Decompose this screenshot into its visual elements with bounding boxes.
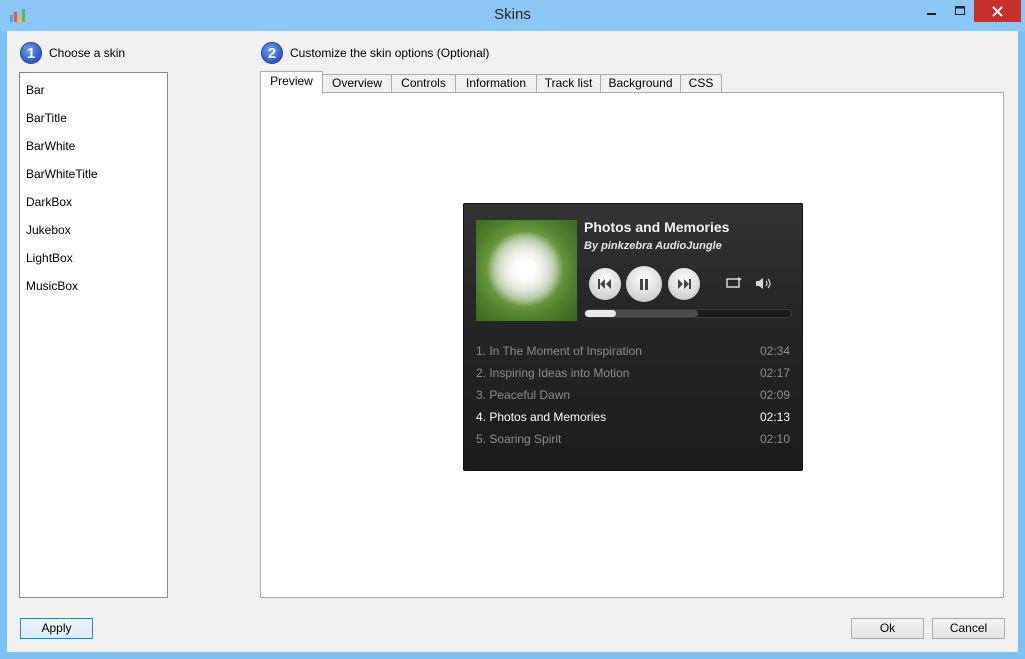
skin-item-bartitle[interactable]: BarTitle (26, 111, 67, 125)
step-2-badge: 2 (261, 42, 283, 64)
track-duration: 02:10 (759, 432, 790, 446)
progress-bar[interactable] (584, 309, 792, 318)
close-icon (992, 5, 1003, 17)
track-item-2[interactable]: 2. Inspiring Ideas into Motion 02:17 (476, 366, 790, 384)
tab-overview[interactable]: Overview (322, 74, 392, 93)
track-duration: 02:13 (759, 410, 790, 424)
preview-panel: Photos and Memories By pinkzebra AudioJu… (260, 92, 1004, 598)
previous-button[interactable] (589, 268, 621, 300)
volume-icon[interactable] (755, 277, 773, 290)
title-bar[interactable]: Skins (0, 0, 1025, 31)
previous-icon (598, 279, 611, 289)
skin-item-barwhitetitle[interactable]: BarWhiteTitle (26, 167, 98, 181)
step-1-badge: 1 (20, 42, 42, 64)
skin-item-jukebox[interactable]: Jukebox (26, 223, 71, 237)
skin-item-bar[interactable]: Bar (26, 83, 45, 97)
apply-button[interactable]: Apply (20, 618, 93, 639)
skin-item-darkbox[interactable]: DarkBox (26, 195, 72, 209)
track-name: 1. In The Moment of Inspiration (476, 344, 642, 358)
tab-background[interactable]: Background (600, 74, 681, 93)
player-preview: Photos and Memories By pinkzebra AudioJu… (463, 203, 803, 471)
track-duration: 02:09 (759, 388, 790, 402)
skin-item-musicbox[interactable]: MusicBox (26, 279, 78, 293)
track-item-4[interactable]: 4. Photos and Memories 02:13 (476, 410, 790, 428)
tab-css[interactable]: CSS (680, 74, 722, 93)
cancel-button[interactable]: Cancel (932, 618, 1005, 639)
minimize-button[interactable] (918, 0, 946, 22)
now-playing-artist: By pinkzebra AudioJungle (584, 240, 722, 252)
dialog-client-area: 1 Choose a skin 2 Customize the skin opt… (7, 31, 1018, 652)
skins-window: Skins 1 Choose a skin 2 Customize the sk… (0, 0, 1025, 659)
step-1-label: Choose a skin (49, 46, 126, 60)
track-item-1[interactable]: 1. In The Moment of Inspiration 02:34 (476, 344, 790, 362)
minimize-icon (927, 13, 936, 15)
track-duration: 02:34 (759, 344, 790, 358)
skin-item-lightbox[interactable]: LightBox (26, 251, 73, 265)
step-2-label: Customize the skin options (Optional) (290, 46, 490, 60)
track-item-5[interactable]: 5. Soaring Spirit 02:10 (476, 432, 790, 450)
next-button[interactable] (668, 268, 700, 300)
repeat-icon[interactable] (726, 277, 742, 289)
progress-played (585, 310, 616, 317)
track-item-3[interactable]: 3. Peaceful Dawn 02:09 (476, 388, 790, 406)
tab-preview[interactable]: Preview (260, 71, 323, 94)
ok-button[interactable]: Ok (851, 618, 924, 639)
maximize-button[interactable] (946, 0, 974, 22)
skin-list[interactable]: Bar BarTitle BarWhite BarWhiteTitle Dark… (19, 72, 168, 598)
track-name: 4. Photos and Memories (476, 410, 607, 424)
close-button[interactable] (974, 0, 1021, 22)
pause-button[interactable] (626, 266, 662, 302)
pause-icon (640, 278, 648, 290)
step-1-header: 1 Choose a skin (20, 42, 125, 64)
skin-item-barwhite[interactable]: BarWhite (26, 139, 75, 153)
track-name: 2. Inspiring Ideas into Motion (476, 366, 630, 380)
dandelion-image (486, 232, 564, 306)
maximize-icon (954, 6, 965, 15)
track-name: 3. Peaceful Dawn (476, 388, 571, 402)
next-icon (678, 279, 691, 289)
track-duration: 02:17 (759, 366, 790, 380)
window-title: Skins (494, 6, 531, 23)
step-2-header: 2 Customize the skin options (Optional) (261, 42, 489, 64)
tab-information[interactable]: Information (455, 74, 537, 93)
track-name: 5. Soaring Spirit (476, 432, 562, 446)
tab-controls[interactable]: Controls (391, 74, 456, 93)
cover-art (476, 220, 577, 321)
now-playing-title: Photos and Memories (584, 219, 730, 235)
tab-track-list[interactable]: Track list (536, 74, 601, 93)
